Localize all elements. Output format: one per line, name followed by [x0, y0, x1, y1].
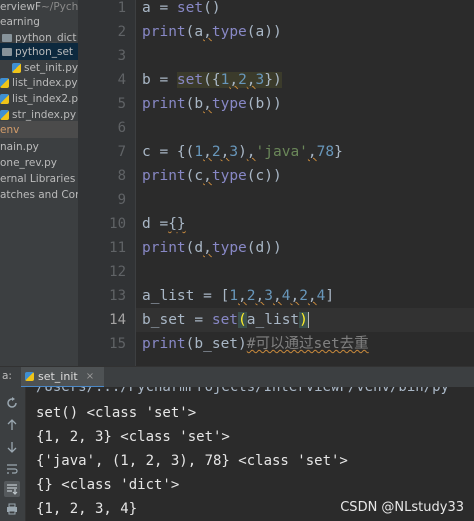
- tree-item-one-rev[interactable]: one_rev.py: [0, 154, 78, 171]
- code-line-1[interactable]: a = set(): [142, 0, 221, 20]
- code-line-7[interactable]: c = {(1,2,3),'java',78}: [142, 140, 343, 164]
- arrow-up-icon[interactable]: [4, 417, 20, 433]
- line-number: 2: [117, 24, 126, 40]
- run-tool-window-header: a: set_init ×: [0, 366, 474, 388]
- code-line-4[interactable]: b = set({1,2,3}): [142, 68, 282, 92]
- scroll-to-end-icon[interactable]: [4, 481, 20, 497]
- tree-item-scratches[interactable]: atches and Con: [0, 186, 78, 203]
- tree-item-label: list_index.py: [12, 76, 78, 89]
- line-number: 7: [117, 144, 126, 160]
- tree-item-label: python_dict: [15, 31, 77, 44]
- console-output-line: {} <class 'dict'>: [36, 477, 180, 493]
- run-toolbar: [0, 387, 26, 521]
- tree-item-venv[interactable]: env: [0, 121, 78, 138]
- line-number: 8: [117, 168, 126, 184]
- line-number: 10: [109, 216, 126, 232]
- console-output-line: {1, 2, 3} <class 'set'>: [36, 429, 230, 445]
- rerun-icon[interactable]: [4, 395, 20, 411]
- folder-icon: [2, 33, 12, 42]
- code-line-5[interactable]: print(b,type(b)): [142, 92, 282, 116]
- tree-item-label: env: [0, 123, 20, 136]
- python-file-icon: [0, 109, 9, 120]
- tree-item-label: one_rev.py: [0, 156, 57, 169]
- print-icon[interactable]: [4, 501, 20, 517]
- tree-item-label: list_index2.py: [12, 92, 78, 105]
- line-number: 3: [117, 48, 126, 64]
- console-command-line: /Users/.../PycharmProjects/InterviewF/ve…: [36, 387, 450, 395]
- arrow-down-icon[interactable]: [4, 439, 20, 455]
- tree-item-learning[interactable]: earning: [0, 13, 78, 30]
- tree-item-main[interactable]: nain.py: [0, 138, 78, 155]
- code-line-15[interactable]: print(b_set)#可以通过set去重: [142, 332, 369, 356]
- tree-item-python-set[interactable]: python_set: [0, 43, 78, 60]
- python-file-icon: [0, 93, 9, 104]
- tree-item-project-root[interactable]: erviewF ~/Pych: [0, 0, 78, 13]
- run-tab-set-init[interactable]: set_init ×: [21, 367, 105, 388]
- code-line-8[interactable]: print(c,type(c)): [142, 164, 282, 188]
- console-output-line: {'java', (1, 2, 3), 78} <class 'set'>: [36, 453, 348, 469]
- code-line-10[interactable]: d ={}: [142, 212, 186, 236]
- tree-item-label: earning: [0, 15, 40, 28]
- tree-item-list-index2[interactable]: list_index2.py: [0, 90, 78, 107]
- tree-item-label: ernal Libraries: [0, 172, 76, 185]
- line-number: 5: [117, 96, 126, 112]
- text-caret: [307, 312, 309, 328]
- line-number: 4: [117, 72, 126, 88]
- line-number: 15: [109, 336, 126, 352]
- code-editor[interactable]: a = set() print(a,type(a)) b = set({1,2,…: [136, 0, 474, 366]
- watermark: CSDN @NLstudy33: [340, 500, 464, 515]
- line-number: 1: [117, 0, 126, 16]
- tree-item-label: erviewF: [0, 0, 41, 13]
- soft-wrap-icon[interactable]: [4, 461, 20, 477]
- tree-item-label: python_set: [15, 45, 74, 58]
- console-output-line: set() <class 'set'>: [36, 405, 197, 421]
- tree-item-list-index[interactable]: list_index.py: [0, 74, 78, 91]
- python-file-icon: [25, 372, 34, 381]
- tree-item-external-libraries[interactable]: ernal Libraries: [0, 170, 78, 187]
- editor-gutter[interactable]: 1 2 3 4 5 6 7 8 9 10 11 12 13 14 15: [78, 0, 136, 366]
- line-number: 6: [117, 120, 126, 136]
- line-number: 13: [109, 288, 126, 304]
- code-line-11[interactable]: print(d,type(d)): [142, 236, 282, 260]
- code-line-13[interactable]: a_list = [1,2,3,4,2,4]: [142, 284, 334, 308]
- tree-item-label: set_init.py: [24, 61, 78, 74]
- line-number: 12: [109, 264, 126, 280]
- code-line-2[interactable]: print(a,type(a)): [142, 20, 282, 44]
- project-tree[interactable]: erviewF ~/Pych earning python_dict pytho…: [0, 0, 78, 366]
- close-icon[interactable]: ×: [86, 371, 94, 382]
- python-file-icon: [12, 62, 21, 73]
- line-number: 9: [117, 192, 126, 208]
- code-line-14[interactable]: b_set = set(a_list): [142, 308, 309, 332]
- console-output-line: {1, 2, 3, 4}: [36, 501, 138, 517]
- tree-item-label: atches and Con: [0, 188, 78, 201]
- run-header-label: a:: [2, 370, 12, 382]
- tree-item-label: nain.py: [0, 140, 39, 153]
- folder-icon: [2, 47, 12, 56]
- line-number: 11: [109, 240, 126, 256]
- line-number-current: 14: [109, 312, 126, 328]
- python-file-icon: [0, 77, 9, 88]
- tree-item-label: str_index.py: [12, 108, 77, 121]
- run-tab-label: set_init: [38, 370, 78, 383]
